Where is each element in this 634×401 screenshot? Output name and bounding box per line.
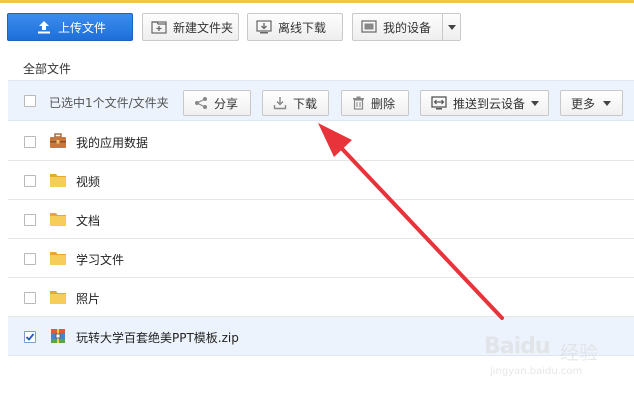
my-devices-button[interactable]: 我的设备: [352, 13, 461, 41]
checkmark-icon: [25, 333, 35, 341]
delete-button[interactable]: 删除: [341, 90, 409, 116]
watermark-text: 经验: [560, 342, 599, 364]
breadcrumb[interactable]: 全部文件: [23, 60, 71, 77]
row-checkbox[interactable]: [24, 175, 36, 187]
file-row[interactable]: 文档: [8, 200, 634, 239]
device-icon: [361, 20, 377, 34]
my-devices-label: 我的设备: [383, 20, 432, 35]
push-to-cloud-device-button[interactable]: 推送到云设备: [420, 90, 549, 116]
new-folder-button[interactable]: 新建文件夹: [142, 13, 239, 41]
more-button[interactable]: 更多: [560, 90, 623, 116]
file-name[interactable]: 文档: [76, 212, 100, 229]
folder-icon: [50, 174, 66, 187]
file-name[interactable]: 照片: [76, 290, 100, 307]
file-name[interactable]: 视频: [76, 173, 100, 190]
folder-icon: [50, 252, 66, 265]
devices-dropdown-toggle[interactable]: [442, 14, 460, 40]
selection-status: 已选中1个文件/文件夹: [49, 96, 169, 110]
share-button[interactable]: 分享: [183, 90, 251, 116]
main-toolbar: 上传文件 新建文件夹 离线下载 我的设备: [0, 3, 634, 53]
push-label: 推送到云设备: [453, 96, 526, 111]
download-button[interactable]: 下载: [262, 90, 329, 116]
file-list: 我的应用数据 视频 文档 学习文件 照片 玩转大学百套绝美PPT模板.zip: [8, 122, 634, 356]
briefcase-icon: [50, 133, 66, 148]
trash-icon: [352, 96, 365, 110]
file-name[interactable]: 学习文件: [76, 251, 124, 268]
select-all-checkbox[interactable]: [24, 95, 36, 107]
watermark-url: jingyan.baidu.com: [490, 366, 583, 377]
more-label: 更多: [571, 96, 596, 111]
caret-down-icon: [447, 24, 456, 30]
share-label: 分享: [214, 96, 239, 111]
file-row[interactable]: 学习文件: [8, 239, 634, 278]
upload-button[interactable]: 上传文件: [7, 13, 133, 41]
selection-action-bar: 已选中1个文件/文件夹 分享 下载 删除 推送到云设备 更多: [8, 80, 634, 121]
delete-label: 删除: [371, 96, 396, 111]
row-checkbox-checked[interactable]: [24, 331, 36, 343]
file-row[interactable]: 视频: [8, 161, 634, 200]
row-checkbox[interactable]: [24, 214, 36, 226]
file-row[interactable]: 照片: [8, 278, 634, 317]
folder-icon: [50, 213, 66, 226]
watermark-logo: Baidu: [484, 334, 551, 359]
file-row[interactable]: 我的应用数据: [8, 122, 634, 161]
row-checkbox[interactable]: [24, 136, 36, 148]
share-icon: [194, 96, 208, 110]
upload-label: 上传文件: [58, 20, 107, 35]
download-label: 下载: [293, 96, 318, 111]
upload-icon: [36, 19, 52, 35]
offline-download-icon: [256, 20, 272, 34]
download-icon: [273, 96, 287, 110]
row-checkbox[interactable]: [24, 292, 36, 304]
new-folder-icon: [151, 20, 167, 34]
new-folder-label: 新建文件夹: [173, 20, 234, 35]
caret-down-icon: [531, 100, 540, 106]
row-checkbox[interactable]: [24, 253, 36, 265]
zip-icon: [51, 329, 65, 343]
cloud-device-icon: [431, 96, 447, 110]
file-name[interactable]: 我的应用数据: [76, 134, 148, 151]
baidu-jingyan-watermark: Baidu 经验 jingyan.baidu.com: [484, 326, 634, 386]
folder-icon: [50, 291, 66, 304]
offline-download-button[interactable]: 离线下载: [247, 13, 343, 41]
offline-download-label: 离线下载: [278, 20, 327, 35]
caret-down-icon: [603, 100, 612, 106]
file-name[interactable]: 玩转大学百套绝美PPT模板.zip: [76, 329, 239, 346]
